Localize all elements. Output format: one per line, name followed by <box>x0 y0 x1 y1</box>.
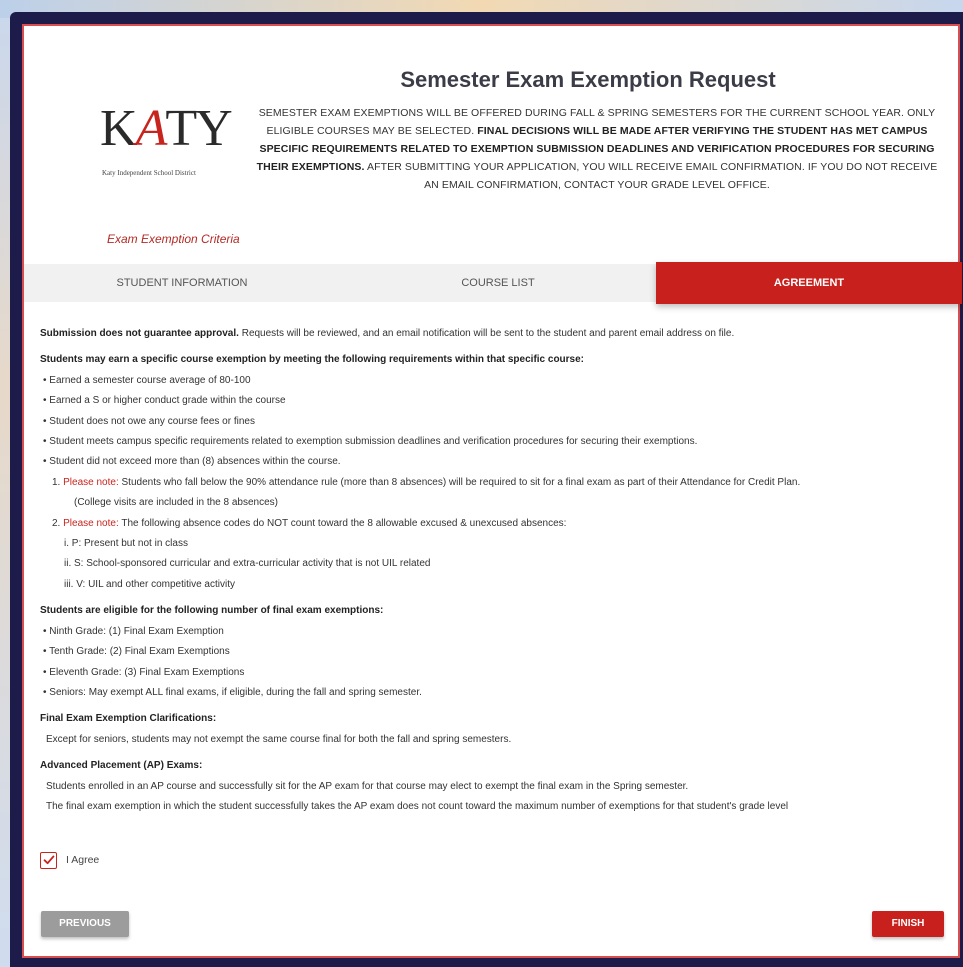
page-title: Semester Exam Exemption Request <box>400 67 776 92</box>
tab-bar: STUDENT INFORMATION COURSE LIST AGREEMEN… <box>24 262 962 304</box>
absence-code-item: ii. S: School-sponsored curricular and e… <box>64 558 431 570</box>
agree-label: I Agree <box>66 854 100 866</box>
list-item: • Student does not owe any course fees o… <box>43 415 255 427</box>
finish-button[interactable]: FINISH <box>872 911 944 937</box>
list-item: • Eleventh Grade: (3) Final Exam Exempti… <box>43 666 245 678</box>
absence-code-item: i. P: Present but not in class <box>64 538 188 550</box>
logo-subtext: Katy Independent School District <box>102 169 196 177</box>
list-item: • Earned a S or higher conduct grade wit… <box>43 395 286 407</box>
note-2: 2. Please note: The following absence co… <box>52 517 567 529</box>
ap-exams-text: Students enrolled in an AP course and su… <box>46 780 689 792</box>
ap-exams-text: The final exam exemption in which the st… <box>46 800 789 812</box>
agree-checkbox[interactable] <box>40 851 57 869</box>
tab-agreement[interactable]: AGREEMENT <box>656 262 962 304</box>
list-item: • Seniors: May exempt ALL final exams, i… <box>43 686 422 698</box>
list-item: • Student meets campus specific requirem… <box>43 436 698 448</box>
logo-wordmark: KATY <box>100 100 233 157</box>
list-item: • Earned a semester course average of 80… <box>43 374 251 386</box>
list-item: • Ninth Grade: (1) Final Exam Exemption <box>43 625 224 637</box>
intro-part2: AFTER SUBMITTING YOUR APPLICATION, YOU W… <box>364 161 938 191</box>
list-item: • Student did not exceed more than (8) a… <box>43 456 341 468</box>
eligible-heading: Students are eligible for the following … <box>40 605 384 617</box>
note-1-continuation: (College visits are included in the 8 ab… <box>74 497 278 509</box>
requirements-heading: Students may earn a specific course exem… <box>40 354 585 366</box>
ap-exams-heading: Advanced Placement (AP) Exams: <box>40 760 203 772</box>
list-item: • Tenth Grade: (2) Final Exam Exemptions <box>43 646 230 658</box>
note-1: 1. Please note: Students who fall below … <box>52 476 801 488</box>
intro-text: SEMESTER EXAM EXEMPTIONS WILL BE OFFERED… <box>252 104 942 194</box>
agree-control[interactable]: I Agree <box>40 850 99 870</box>
clarifications-text: Except for seniors, students may not exe… <box>46 733 512 745</box>
agreement-content: Submission does not guarantee approval. … <box>40 324 950 817</box>
submission-notice: Submission does not guarantee approval. … <box>40 328 735 339</box>
absence-code-item: iii. V: UIL and other competitive activi… <box>64 578 235 590</box>
katy-isd-logo: KATY Katy Independent School District <box>100 95 233 185</box>
checkmark-icon <box>43 855 54 865</box>
clarifications-heading: Final Exam Exemption Clarifications: <box>40 713 217 725</box>
exam-exemption-criteria-link[interactable]: Exam Exemption Criteria <box>107 232 240 246</box>
previous-button[interactable]: PREVIOUS <box>41 911 129 937</box>
tab-course-list[interactable]: COURSE LIST <box>340 264 656 302</box>
tab-student-information[interactable]: STUDENT INFORMATION <box>24 264 340 302</box>
